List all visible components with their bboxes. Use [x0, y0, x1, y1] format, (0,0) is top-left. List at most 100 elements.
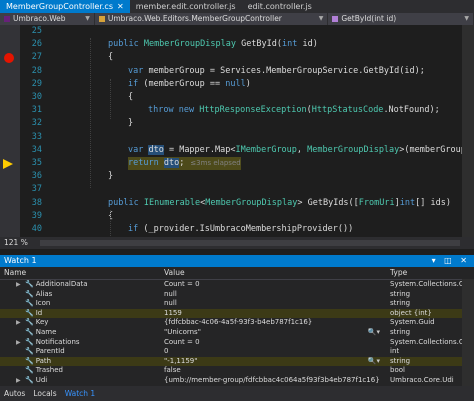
tab-label: MemberGroupController.cs — [6, 2, 113, 11]
line-number: 36 — [31, 171, 42, 182]
current-statement-arrow-icon[interactable] — [3, 158, 13, 169]
indent-guide — [110, 210, 111, 237]
code-token: [] ids) — [415, 197, 451, 208]
bottom-tab-watch-1[interactable]: Watch 1 — [61, 386, 100, 401]
watch-panel: Watch 1 ▾ ◫ ✕ Name Value Type ▶ 🔧 Addition… — [0, 255, 474, 386]
expand-arrow-icon[interactable]: ▶ — [16, 338, 23, 348]
code-line[interactable]: if (memberGroup == null) — [128, 78, 251, 91]
watch-row-value-cell[interactable]: Count = 0 — [160, 280, 386, 290]
glyph-margin[interactable] — [0, 25, 20, 237]
watch-row-name-cell: ▶ 🔧 Notifications — [0, 338, 160, 348]
breakpoint-icon[interactable] — [4, 52, 14, 63]
text-visualizer-search-icon[interactable]: 🔍▾ — [368, 357, 380, 367]
watch-row-name-cell: ▶ 🔧 AdditionalData — [0, 280, 160, 290]
watch-row-name-cell: 🔧 Alias — [0, 290, 160, 300]
watch-row[interactable]: ▶ 🔧 Key {fdfcbbac-4c06-4a5f-93f3-b4eb787f1c… — [0, 318, 474, 328]
watch-row-type: bool — [390, 366, 405, 375]
line-number: 27 — [31, 52, 42, 63]
code-token: .NotFound); — [383, 105, 440, 116]
watch-row[interactable]: 🔧 Id 1159 object {int} — [0, 308, 474, 319]
watch-row-value-cell[interactable]: "-1,1159" 🔍▾ — [160, 357, 386, 367]
watch-row-value-cell[interactable]: 0 — [160, 347, 386, 357]
tab-1[interactable]: member.edit.controller.js — [130, 0, 242, 13]
column-header-value[interactable]: Value — [160, 267, 386, 279]
watch-row-name: Trashed — [35, 366, 63, 375]
indent-guide — [110, 79, 111, 119]
property-wrench-icon: 🔧 — [25, 280, 34, 288]
watch-row-value-cell[interactable]: Count = 0 — [160, 338, 386, 348]
column-header-name[interactable]: Name — [0, 267, 160, 279]
watch-row[interactable]: 🔧 Name "Unicorns" 🔍▾ string — [0, 328, 474, 338]
code-line[interactable]: var dto = Mapper.Map<IMemberGroup, Membe… — [128, 144, 474, 157]
code-line[interactable]: public IEnumerable<MemberGroupDisplay> G… — [108, 197, 451, 210]
close-icon[interactable]: ✕ — [117, 2, 124, 11]
watch-row-type: string — [390, 327, 411, 336]
bottom-tab-autos[interactable]: Autos — [0, 386, 29, 401]
watch-row-name: Alias — [35, 289, 53, 298]
watch-row[interactable]: 🔧 Trashed false bool — [0, 366, 474, 376]
member-dropdown[interactable]: GetById(int id) ▼ — [328, 13, 474, 25]
watch-row[interactable]: 🔧 Icon null string — [0, 299, 474, 309]
watch-row-type: System.Collections.Ge — [390, 280, 469, 288]
expand-arrow-icon[interactable]: ▶ — [16, 280, 23, 290]
watch-row-type: string — [390, 299, 411, 308]
code-token: , — [296, 144, 308, 155]
code-token: ; — [179, 158, 185, 168]
code-line[interactable]: { — [108, 51, 113, 64]
watch-row-name: Icon — [35, 299, 51, 308]
watch-row-value-cell[interactable]: 1159 — [160, 309, 386, 319]
perftip-elapsed[interactable]: ≤3ms elapsed — [190, 159, 240, 167]
code-line[interactable]: } — [108, 170, 113, 183]
indent-guide — [90, 38, 91, 188]
project-dropdown[interactable]: Umbraco.Web ▼ — [0, 13, 95, 25]
property-wrench-icon: 🔧 — [25, 318, 34, 327]
code-token: var — [128, 65, 144, 76]
code-token: IEnumerable — [143, 197, 201, 208]
watch-row-value-cell[interactable]: false — [160, 366, 386, 376]
code-line[interactable]: return dto; ≤3ms elapsed — [128, 157, 241, 171]
text-visualizer-search-icon[interactable]: 🔍▾ — [368, 328, 380, 338]
watch-row-type: string — [390, 289, 411, 298]
zoom-level[interactable]: 121 % — [0, 237, 32, 249]
watch-row[interactable]: ▶ 🔧 AdditionalData Count = 0 System.Collecti… — [0, 280, 474, 290]
class-dropdown[interactable]: Umbraco.Web.Editors.MemberGroupControlle… — [95, 13, 329, 25]
expand-arrow-icon[interactable]: ▶ — [16, 318, 23, 328]
code-token: throw new — [148, 105, 200, 116]
line-number: 38 — [31, 197, 42, 208]
code-token: dto — [163, 158, 180, 168]
code-line[interactable]: var memberGroup = Services.MemberGroupSe… — [128, 65, 425, 78]
watch-vertical-scrollbar[interactable] — [462, 279, 474, 386]
watch-row[interactable]: 🔧 Alias null string — [0, 290, 474, 300]
code-line[interactable]: if (_provider.IsUmbracoMembershipProvide… — [128, 223, 353, 236]
expand-arrow-icon[interactable]: ▶ — [16, 376, 23, 386]
column-header-type[interactable]: Type — [386, 267, 474, 279]
watch-row[interactable]: 🔧 Path "-1,1159" 🔍▾ string — [0, 356, 474, 367]
watch-row-value-cell[interactable]: null — [160, 290, 386, 300]
tab-2[interactable]: edit.controller.js — [242, 0, 318, 13]
code-token: } — [128, 118, 134, 129]
code-editor[interactable]: 2526272829303132333435363738394041 publi… — [0, 25, 474, 237]
watch-row-value-cell[interactable]: {umb://member-group/fdfcbbac4c064a5f93f3… — [160, 376, 386, 386]
tab-0[interactable]: MemberGroupController.cs ✕ — [0, 0, 130, 13]
watch-row-value-cell[interactable]: "Unicorns" 🔍▾ — [160, 328, 386, 338]
code-line[interactable]: { — [128, 91, 133, 104]
code-line[interactable]: throw new HttpResponseException(HttpStat… — [148, 104, 440, 117]
line-number: 37 — [31, 184, 42, 195]
watch-row-value-cell[interactable]: {fdfcbbac-4c06-4a5f-93f3-b4eb787f1c16} — [160, 318, 386, 328]
watch-row[interactable]: ▶ 🔧 Notifications Count = 0 System.Collectio… — [0, 338, 474, 348]
watch-row[interactable]: ▶ 🔧 Udi {umb://member-group/fdfcbbac4c064a5… — [0, 376, 474, 386]
code-token: { — [128, 92, 134, 102]
watch-row-name-cell: 🔧 Id — [0, 309, 160, 319]
watch-row-value-cell[interactable]: null — [160, 299, 386, 309]
csharp-project-icon — [4, 16, 10, 22]
code-line[interactable]: public MemberGroupDisplay GetById(int id… — [108, 38, 318, 51]
watch-row-name: Id — [35, 308, 43, 317]
watch-row[interactable]: 🔧 ParentId 0 int — [0, 347, 474, 357]
code-token: dto — [148, 144, 164, 155]
editor-horizontal-scrollbar[interactable] — [39, 240, 460, 246]
editor-vertical-scrollbar[interactable] — [462, 25, 474, 237]
panel-controls[interactable]: ▾ ◫ ✕ — [432, 255, 474, 267]
bottom-tab-locals[interactable]: Locals — [29, 386, 60, 401]
code-line[interactable]: } — [128, 117, 133, 130]
code-token: IMemberGroup — [235, 144, 297, 155]
